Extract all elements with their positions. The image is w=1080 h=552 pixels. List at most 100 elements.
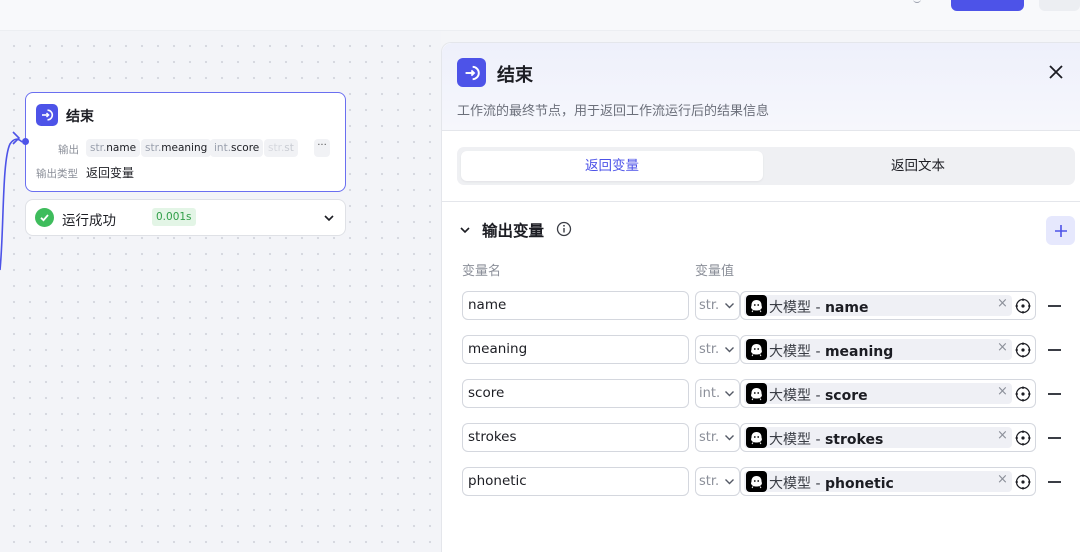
variable-name-input[interactable]: strokes (462, 423, 689, 452)
chevron-down-icon (725, 479, 734, 485)
variable-value-reference[interactable]: 大模型 - meaning × (740, 335, 1036, 364)
clear-icon[interactable]: × (997, 340, 1008, 355)
end-node-icon (457, 58, 486, 87)
llm-model-icon (746, 383, 767, 404)
variable-value-reference[interactable]: 大模型 - phonetic × (740, 467, 1036, 496)
reference-field: name (824, 300, 869, 316)
output-chip: str.st (264, 139, 298, 157)
minus-icon[interactable] (1048, 437, 1061, 439)
target-icon[interactable] (1015, 298, 1031, 314)
clear-icon[interactable]: × (997, 428, 1008, 443)
tab-return-variables[interactable]: 返回变量 (461, 151, 763, 181)
target-icon[interactable] (1015, 342, 1031, 358)
reference-label: 大模型 - meaning (769, 344, 894, 360)
variable-row: meaning str. 大模型 - meaning × (442, 335, 1080, 365)
output-chip: str.meaning (141, 139, 212, 157)
run-status-card[interactable]: 运行成功 0.001s (25, 199, 346, 236)
column-header-value: 变量值 (695, 264, 735, 279)
variable-type-label: str. (699, 298, 720, 313)
chevron-down-icon[interactable] (459, 224, 471, 236)
end-node-icon (36, 104, 58, 126)
llm-model-icon (746, 471, 767, 492)
reference-source: 大模型 (769, 300, 811, 316)
reference-label: 大模型 - strokes (769, 432, 884, 448)
node-settings-panel: 结束 工作流的最终节点，用于返回工作流运行后的结果信息 返回变量 返回文本 输出… (441, 42, 1080, 552)
variable-name-input[interactable]: meaning (462, 335, 689, 364)
close-icon[interactable] (1048, 64, 1064, 80)
variable-type-select[interactable]: str. (695, 423, 740, 452)
more-outputs-button[interactable]: ··· (314, 139, 330, 157)
variable-value-reference[interactable]: 大模型 - name × (740, 291, 1036, 320)
output-type-label: 输出类型 (36, 168, 78, 180)
variable-type-select[interactable]: str. (695, 335, 740, 364)
output-chip: str.name (86, 139, 141, 157)
reference-tag: 大模型 - strokes × (744, 427, 1012, 448)
reference-field: phonetic (824, 476, 894, 492)
input-port[interactable] (22, 138, 29, 145)
clear-icon[interactable]: × (997, 472, 1008, 487)
target-icon[interactable] (1015, 386, 1031, 402)
reference-tag: 大模型 - name × (744, 295, 1012, 316)
end-node-card[interactable]: 结束 输出 str.name str.meaning int.score str… (22, 92, 346, 192)
variable-type-select[interactable]: int. (695, 379, 740, 408)
chevron-down-icon (725, 435, 734, 441)
output-chip: int.score (210, 139, 264, 157)
reference-label: 大模型 - name (769, 300, 869, 316)
run-status-label: 运行成功 (62, 213, 116, 229)
variable-type-select[interactable]: str. (695, 291, 740, 320)
llm-model-icon (746, 427, 767, 448)
reference-label: 大模型 - phonetic (769, 476, 894, 492)
target-icon[interactable] (1015, 474, 1031, 490)
divider (442, 201, 1080, 202)
chevron-down-icon (725, 303, 734, 309)
top-toolbar (0, 0, 1080, 31)
check-icon (35, 208, 54, 227)
reference-source: 大模型 (769, 388, 811, 404)
info-icon[interactable] (556, 221, 572, 237)
reference-source: 大模型 (769, 344, 811, 360)
target-icon[interactable] (1015, 430, 1031, 446)
run-time-badge: 0.001s (152, 208, 196, 226)
variable-row: phonetic str. 大模型 - phonetic × (442, 467, 1080, 497)
variable-name-input[interactable]: name (462, 291, 689, 320)
minus-icon[interactable] (1048, 349, 1061, 351)
llm-model-icon (746, 339, 767, 360)
minus-icon[interactable] (1048, 481, 1061, 483)
clear-icon[interactable]: × (997, 384, 1008, 399)
publish-button[interactable] (951, 0, 1024, 11)
panel-title: 结束 (497, 65, 533, 86)
variable-value-reference[interactable]: 大模型 - strokes × (740, 423, 1036, 452)
variable-row: score int. 大模型 - score × (442, 379, 1080, 409)
variable-name-input[interactable]: score (462, 379, 689, 408)
node-title: 结束 (66, 109, 94, 125)
variable-type-label: str. (699, 474, 720, 489)
reference-field: strokes (824, 432, 884, 448)
reference-label: 大模型 - score (769, 388, 868, 404)
plus-icon (1054, 224, 1067, 237)
tab-return-text[interactable]: 返回文本 (767, 151, 1069, 181)
reference-field: meaning (824, 344, 894, 360)
toolbar-indicator-icon (913, 0, 921, 3)
variable-type-label: str. (699, 430, 720, 445)
minus-icon[interactable] (1048, 305, 1061, 307)
variable-name-input[interactable]: phonetic (462, 467, 689, 496)
variable-type-select[interactable]: str. (695, 467, 740, 496)
variable-type-label: str. (699, 342, 720, 357)
reference-tag: 大模型 - score × (744, 383, 1012, 404)
chevron-down-icon (725, 347, 734, 353)
reference-tag: 大模型 - phonetic × (744, 471, 1012, 492)
reference-field: score (824, 388, 868, 404)
add-variable-button[interactable] (1046, 216, 1075, 245)
toolbar-more-button[interactable] (1039, 0, 1080, 11)
variable-type-label: int. (699, 386, 721, 401)
chevron-down-icon[interactable] (323, 212, 335, 224)
workflow-canvas[interactable] (0, 0, 441, 552)
reference-tag: 大模型 - meaning × (744, 339, 1012, 360)
clear-icon[interactable]: × (997, 296, 1008, 311)
llm-model-icon (746, 295, 767, 316)
minus-icon[interactable] (1048, 393, 1061, 395)
chevron-down-icon (725, 391, 734, 397)
section-title: 输出变量 (482, 222, 545, 240)
panel-description: 工作流的最终节点，用于返回工作流运行后的结果信息 (457, 104, 770, 119)
variable-value-reference[interactable]: 大模型 - score × (740, 379, 1036, 408)
